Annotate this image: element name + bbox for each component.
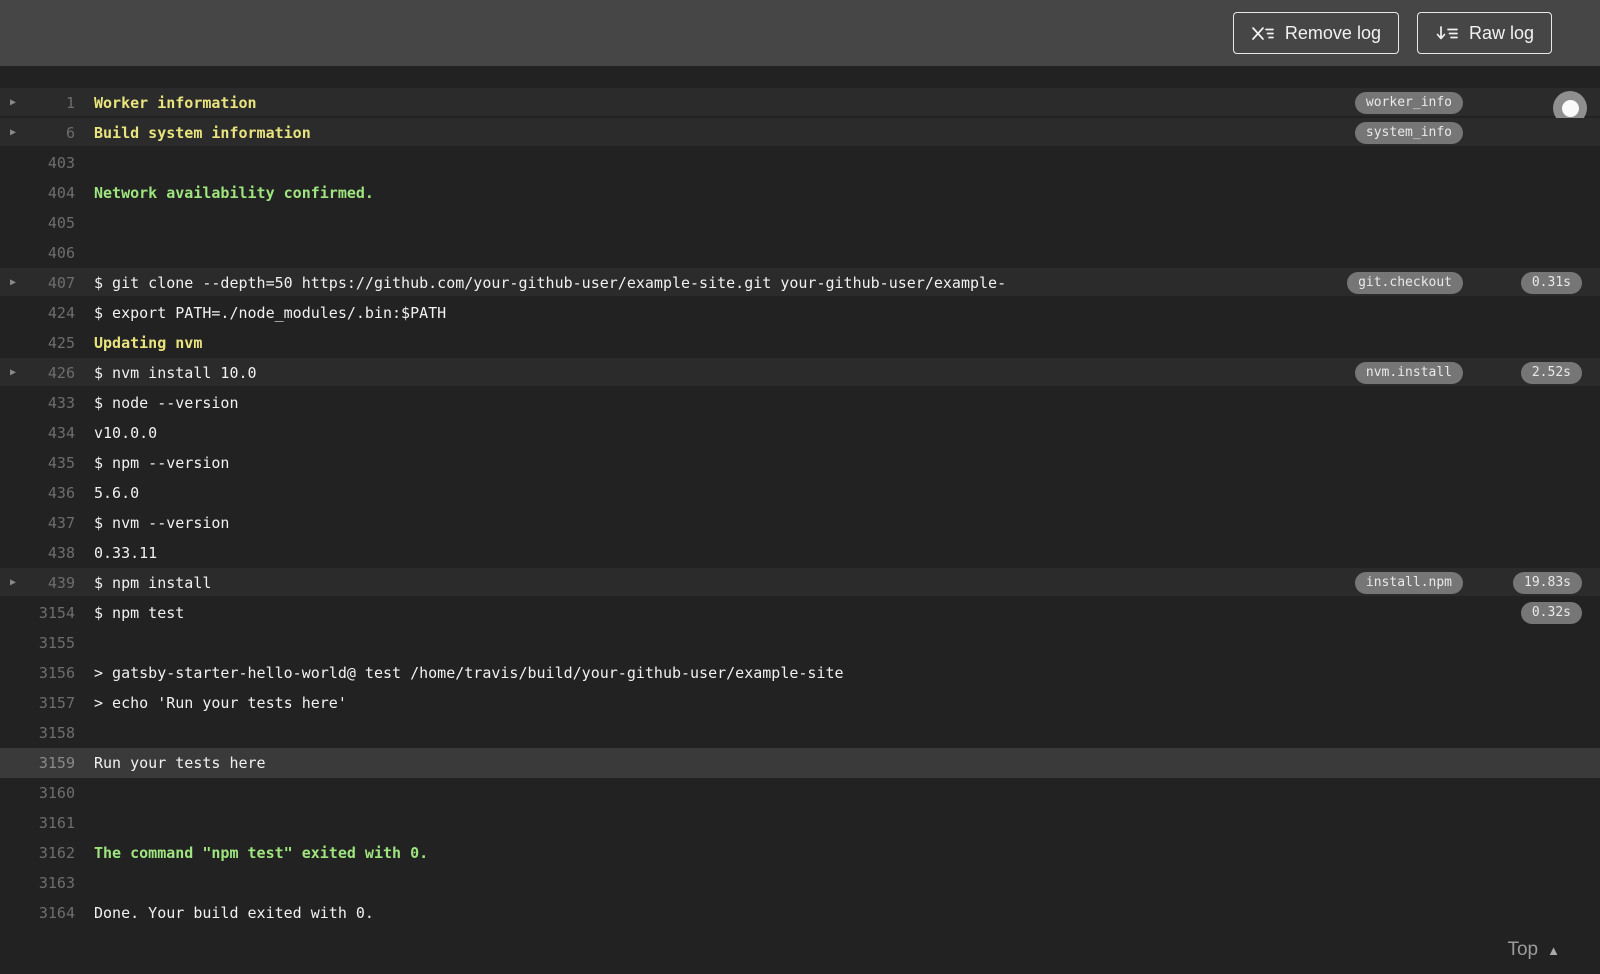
log-row: ▶ 6 Build system information system_info [0, 118, 1600, 148]
log-row: 405 [0, 208, 1600, 238]
line-number-link[interactable]: 3162 [0, 838, 75, 868]
log-line-text: > echo 'Run your tests here' [94, 694, 347, 712]
remove-log-label: Remove log [1284, 22, 1381, 43]
log-line-text: $ node --version [94, 394, 239, 412]
line-number-link[interactable]: 6 [0, 118, 75, 148]
raw-log-label: Raw log [1468, 22, 1534, 43]
remove-log-icon [1251, 25, 1274, 42]
line-number-link[interactable]: 3159 [0, 748, 75, 778]
duration-badge: 2.52s [1520, 362, 1582, 384]
fold-name-badge: worker_info [1354, 92, 1463, 114]
log-row: 3159 Run your tests here [0, 748, 1600, 778]
line-number-link[interactable]: 437 [0, 508, 75, 538]
log-line-text: 0.33.11 [94, 544, 158, 562]
log-line-text: Network availability confirmed. [94, 184, 374, 202]
log-row: 436 5.6.0 [0, 478, 1600, 508]
log-row: ▶ 439 $ npm install install.npm 19.83s [0, 568, 1600, 598]
log-row: 3161 [0, 808, 1600, 838]
line-number-link[interactable]: 3164 [0, 898, 75, 928]
line-number-link[interactable]: 425 [0, 328, 75, 358]
log-line-text: $ export PATH=./node_modules/.bin:$PATH [94, 304, 447, 322]
line-number-link[interactable]: 439 [0, 568, 75, 598]
raw-log-button[interactable]: Raw log [1416, 12, 1552, 54]
line-number-link[interactable]: 3154 [0, 598, 75, 628]
duration-badge: 0.32s [1520, 602, 1582, 624]
line-number-link[interactable]: 404 [0, 178, 75, 208]
log-row: 406 [0, 238, 1600, 268]
log-toolbar: Remove log Raw log [0, 0, 1600, 66]
log-row: 3162 The command "npm test" exited with … [0, 838, 1600, 868]
remove-log-button[interactable]: Remove log [1232, 12, 1399, 54]
fold-name-badge: git.checkout [1347, 272, 1463, 294]
line-number-link[interactable]: 3161 [0, 808, 75, 838]
line-number-link[interactable]: 3158 [0, 718, 75, 748]
log-row: 404 Network availability confirmed. [0, 178, 1600, 208]
line-number-link[interactable]: 3163 [0, 868, 75, 898]
build-log: ▶ 1 Worker information worker_info ▶ 6 B… [0, 66, 1600, 974]
fold-name-badge: nvm.install [1354, 362, 1463, 384]
log-line-text: The command "npm test" exited with 0. [94, 844, 429, 862]
line-number-link[interactable]: 3157 [0, 688, 75, 718]
line-number-link[interactable]: 405 [0, 208, 75, 238]
log-row: 3158 [0, 718, 1600, 748]
log-row: 3156 > gatsby-starter-hello-world@ test … [0, 658, 1600, 688]
line-number-link[interactable]: 435 [0, 448, 75, 478]
top-label: Top [1507, 939, 1539, 960]
line-number-link[interactable]: 436 [0, 478, 75, 508]
log-line-text: $ nvm install 10.0 [94, 364, 257, 382]
log-row: 3160 [0, 778, 1600, 808]
raw-log-icon [1435, 25, 1458, 42]
log-row: 433 $ node --version [0, 388, 1600, 418]
log-line-text: 5.6.0 [94, 484, 140, 502]
log-line-text: $ git clone --depth=50 https://github.co… [94, 274, 1007, 292]
duration-badge: 0.31s [1520, 272, 1582, 294]
line-number-link[interactable]: 426 [0, 358, 75, 388]
log-row: 3155 [0, 628, 1600, 658]
log-row: ▶ 426 $ nvm install 10.0 nvm.install 2.5… [0, 358, 1600, 388]
log-line-text: Updating nvm [94, 334, 203, 352]
log-row: 403 [0, 148, 1600, 178]
fold-name-badge: install.npm [1354, 572, 1463, 594]
log-line-text: $ nvm --version [94, 514, 230, 532]
log-line-text: Done. Your build exited with 0. [94, 904, 374, 922]
line-number-link[interactable]: 3160 [0, 778, 75, 808]
log-line-text: Run your tests here [94, 754, 266, 772]
log-row: 3154 $ npm test 0.32s [0, 598, 1600, 628]
log-row: 3157 > echo 'Run your tests here' [0, 688, 1600, 718]
fold-name-badge: system_info [1354, 122, 1463, 144]
line-number-link[interactable]: 3156 [0, 658, 75, 688]
log-row: 3163 [0, 868, 1600, 898]
log-row: 438 0.33.11 [0, 538, 1600, 568]
log-row: ▶ 1 Worker information worker_info [0, 88, 1600, 118]
log-row: 435 $ npm --version [0, 448, 1600, 478]
line-number-link[interactable]: 438 [0, 538, 75, 568]
line-number-link[interactable]: 424 [0, 298, 75, 328]
line-number-link[interactable]: 406 [0, 238, 75, 268]
log-row: 424 $ export PATH=./node_modules/.bin:$P… [0, 298, 1600, 328]
log-row: ▶ 407 $ git clone --depth=50 https://git… [0, 268, 1600, 298]
caret-up-icon: ▲ [1547, 942, 1560, 958]
line-number-link[interactable]: 407 [0, 268, 75, 298]
log-line-text: $ npm test [94, 604, 185, 622]
log-row: 3164 Done. Your build exited with 0. [0, 898, 1600, 928]
log-row: 434 v10.0.0 [0, 418, 1600, 448]
log-line-text: v10.0.0 [94, 424, 158, 442]
log-line-text: Build system information [94, 124, 311, 142]
line-number-link[interactable]: 1 [0, 88, 75, 118]
line-number-link[interactable]: 433 [0, 388, 75, 418]
log-line-text: Worker information [94, 94, 257, 112]
scroll-to-top-link[interactable]: Top ▲ [1507, 939, 1560, 961]
log-line-text: $ npm --version [94, 454, 230, 472]
log-row: 437 $ nvm --version [0, 508, 1600, 538]
log-line-text: $ npm install [94, 574, 212, 592]
log-line-text: > gatsby-starter-hello-world@ test /home… [94, 664, 844, 682]
scroll-knob-dot [1561, 99, 1579, 117]
line-number-link[interactable]: 403 [0, 148, 75, 178]
duration-badge: 19.83s [1513, 572, 1582, 594]
line-number-link[interactable]: 434 [0, 418, 75, 448]
log-row: 425 Updating nvm [0, 328, 1600, 358]
line-number-link[interactable]: 3155 [0, 628, 75, 658]
